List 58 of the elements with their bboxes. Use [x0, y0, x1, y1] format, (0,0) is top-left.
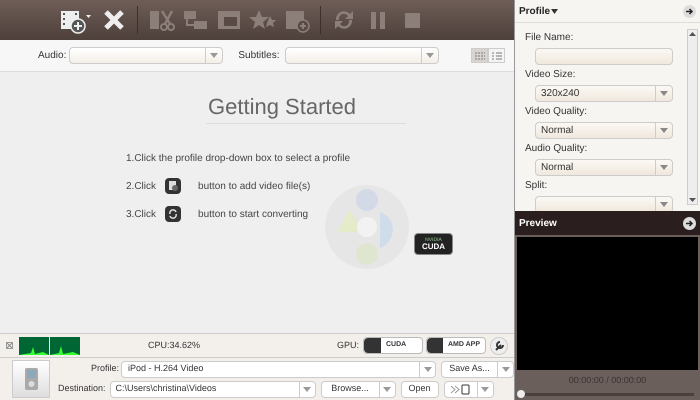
dropdown[interactable]: Normal: [535, 159, 673, 176]
caret-icon: [688, 30, 697, 38]
field-label: Video Size:: [525, 68, 576, 82]
cpu-graph: [19, 336, 80, 354]
field-label: Audio Quality:: [525, 142, 588, 156]
transfer-button[interactable]: [444, 380, 494, 398]
getting-started-title: Getting Started: [208, 93, 356, 121]
add-video-icon: [165, 178, 182, 194]
step-text: 1.Click the profile drop-down box to select a profile: [126, 152, 350, 166]
browse-button[interactable]: Browse...: [320, 380, 396, 398]
file-name-field[interactable]: [535, 48, 673, 65]
caret-icon: [688, 196, 697, 204]
caret-icon: [660, 165, 668, 170]
badge-label: CUDA: [422, 242, 446, 250]
subtitles-label: Subtitles:: [238, 49, 280, 63]
step-text: button to start converting: [198, 208, 308, 222]
caret-icon: [426, 53, 434, 58]
dropdown[interactable]: [535, 196, 673, 211]
profile-dropdown[interactable]: iPod - H.264 Video: [121, 360, 436, 378]
profile-panel-title[interactable]: Profile: [519, 4, 550, 18]
caret-icon: [481, 386, 490, 392]
profile-label: Profile:: [91, 362, 119, 376]
field-label: File Name:: [525, 31, 574, 45]
open-button[interactable]: Open: [400, 380, 439, 398]
gpu-label: GPU:: [336, 338, 359, 352]
subtitles-dropdown[interactable]: [284, 47, 438, 64]
cpu-usage: CPU:34.62%: [148, 338, 200, 352]
field-label: Split:: [525, 179, 548, 193]
step-text: button to add video file(s): [198, 180, 310, 194]
dropdown[interactable]: Normal: [535, 122, 673, 139]
refresh-icon: [165, 206, 182, 222]
dropdown[interactable]: 320x240: [535, 85, 673, 102]
scrollbar[interactable]: [687, 29, 698, 205]
save-as-button[interactable]: Save As...: [441, 360, 514, 378]
caret-icon: [383, 386, 392, 392]
destination-dropdown[interactable]: C:\Users\christina\Videos: [110, 380, 316, 398]
audio-label: Audio:: [38, 49, 66, 63]
caret-icon: [502, 366, 510, 372]
caret-icon: [210, 53, 218, 58]
preview-title: Preview: [519, 216, 557, 230]
caret-icon: [551, 8, 558, 14]
wrench-icon[interactable]: [490, 336, 508, 354]
caret-icon: [660, 91, 668, 96]
caret-icon: [660, 202, 668, 207]
grid-view-icon[interactable]: [471, 48, 488, 63]
arrow-icon[interactable]: [683, 4, 696, 18]
caret-icon: [424, 366, 432, 372]
list-view-icon[interactable]: [488, 48, 505, 63]
destination-label: Destination:: [58, 382, 106, 396]
seek-slider-thumb[interactable]: [517, 390, 525, 398]
field-label: Video Quality:: [525, 105, 588, 119]
step-text: 3.Click: [126, 208, 156, 222]
caret-icon: [303, 386, 312, 392]
caret-icon: [660, 128, 668, 133]
step-text: 2.Click: [126, 180, 156, 194]
arrow-icon[interactable]: [683, 216, 696, 230]
send-to-device-icon: [450, 384, 472, 394]
audio-dropdown[interactable]: [69, 47, 224, 64]
